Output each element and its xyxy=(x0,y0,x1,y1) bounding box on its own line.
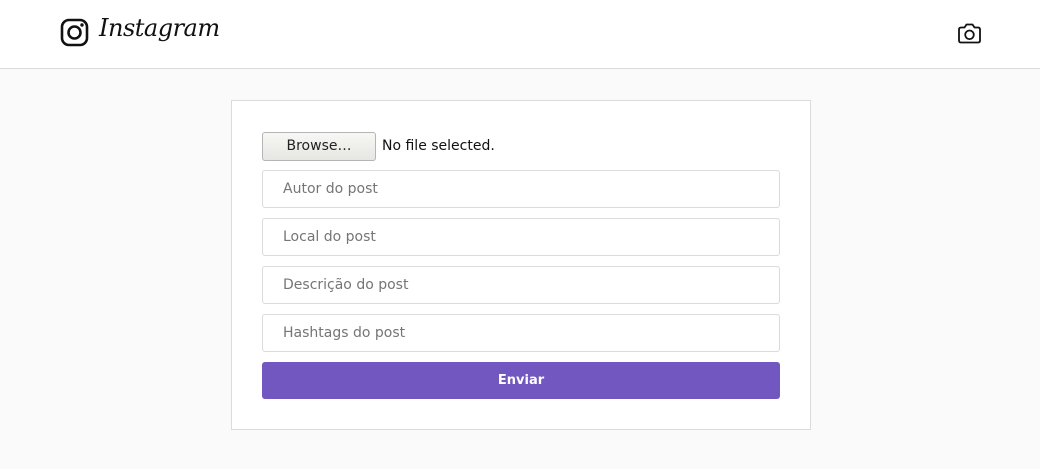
description-input[interactable] xyxy=(262,266,780,304)
submit-button[interactable]: Enviar xyxy=(262,362,780,399)
browse-button[interactable]: Browse… xyxy=(262,131,376,161)
top-header: Instagram xyxy=(0,0,1040,69)
author-input[interactable] xyxy=(262,170,780,208)
file-picker: Browse… No file selected. xyxy=(262,131,495,161)
location-input[interactable] xyxy=(262,218,780,256)
new-post-form: Browse… No file selected. Enviar xyxy=(231,100,811,430)
file-status-text: No file selected. xyxy=(382,138,495,154)
instagram-logo-icon[interactable] xyxy=(60,18,89,47)
camera-icon[interactable] xyxy=(957,22,982,45)
hashtags-input[interactable] xyxy=(262,314,780,352)
brand-wordmark[interactable]: Instagram xyxy=(99,14,220,42)
